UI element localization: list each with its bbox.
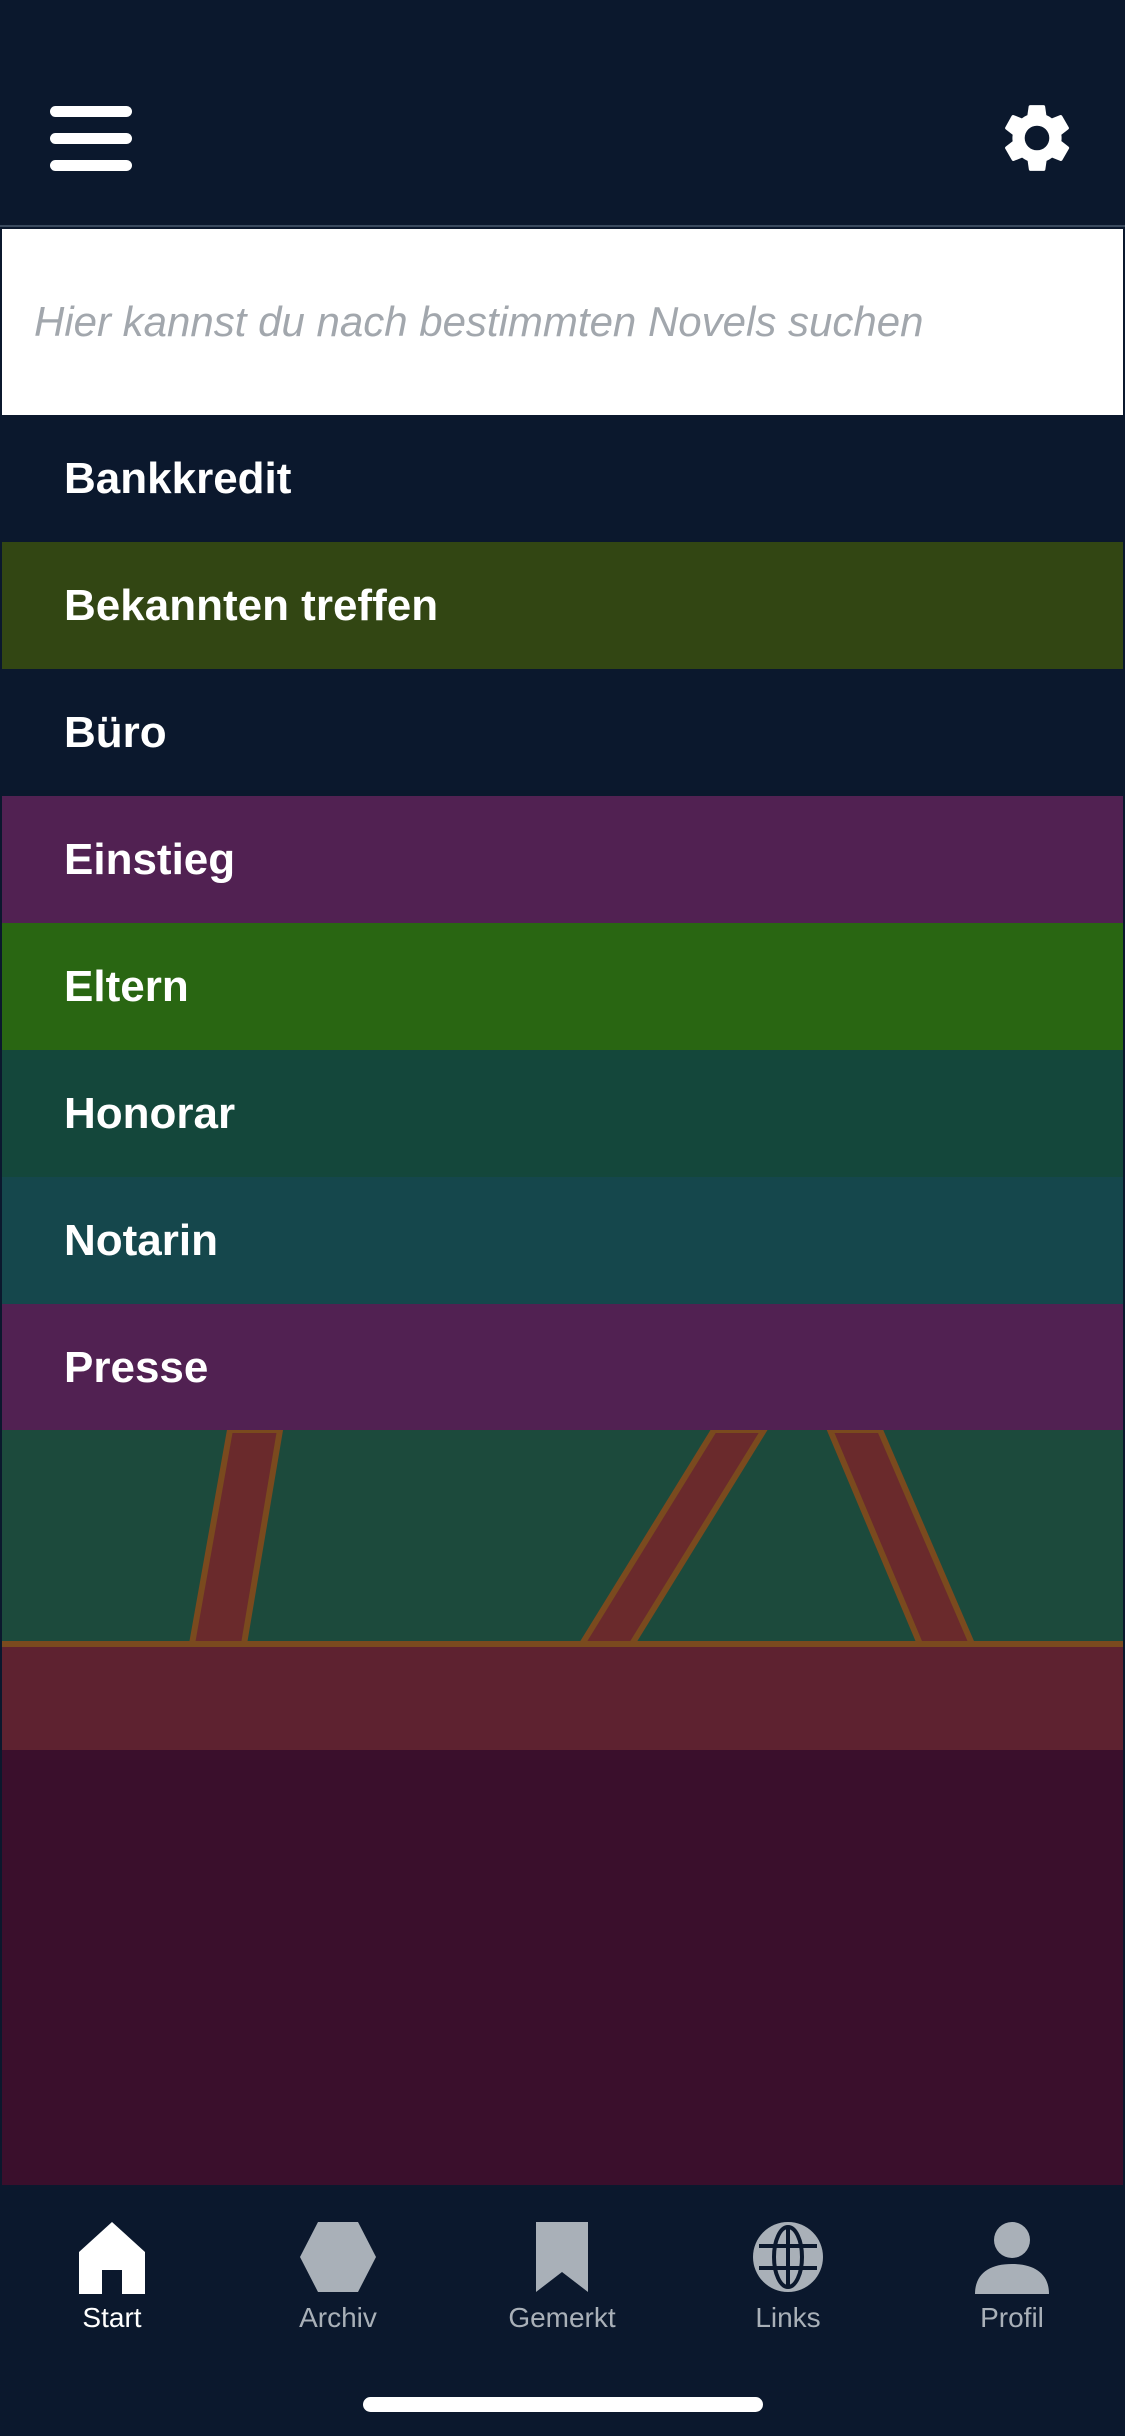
home-icon: [79, 2222, 145, 2294]
novel-item-presse[interactable]: Presse: [2, 1304, 1123, 1431]
tab-archiv[interactable]: Archiv: [258, 2220, 418, 2360]
home-indicator: [363, 2397, 763, 2412]
novel-item-honorar[interactable]: Honorar: [2, 1050, 1123, 1177]
gear-icon[interactable]: [996, 97, 1078, 179]
search-input[interactable]: [2, 229, 1123, 415]
tab-label-archiv: Archiv: [299, 2302, 377, 2333]
app-header: [0, 0, 1125, 227]
novel-item-notarin[interactable]: Notarin: [2, 1177, 1123, 1304]
background-illustration: [2, 1430, 1123, 2185]
hexagon-icon: [300, 2222, 376, 2292]
search-bar: [2, 229, 1123, 415]
tab-label-profil: Profil: [980, 2302, 1044, 2333]
tab-start[interactable]: Start: [32, 2220, 192, 2360]
tab-label-links: Links: [755, 2302, 821, 2333]
person-icon: [975, 2222, 1049, 2294]
novel-item-bekannten-treffen[interactable]: Bekannten treffen: [2, 542, 1123, 669]
globe-icon: [753, 2222, 823, 2292]
tab-label-start: Start: [82, 2302, 142, 2333]
bookmark-icon: [536, 2222, 588, 2292]
novel-item-bankkredit[interactable]: Bankkredit: [2, 415, 1123, 542]
novel-item-buero[interactable]: Büro: [2, 669, 1123, 796]
tab-label-gemerkt: Gemerkt: [508, 2302, 616, 2333]
novel-list: Bankkredit Bekannten treffen Büro Einsti…: [2, 415, 1123, 1431]
tab-gemerkt[interactable]: Gemerkt: [482, 2220, 642, 2360]
novel-item-einstieg[interactable]: Einstieg: [2, 796, 1123, 923]
tab-links[interactable]: Links: [708, 2220, 868, 2360]
novel-item-eltern[interactable]: Eltern: [2, 923, 1123, 1050]
hamburger-menu-icon[interactable]: [46, 100, 136, 180]
tab-profil[interactable]: Profil: [932, 2220, 1092, 2360]
